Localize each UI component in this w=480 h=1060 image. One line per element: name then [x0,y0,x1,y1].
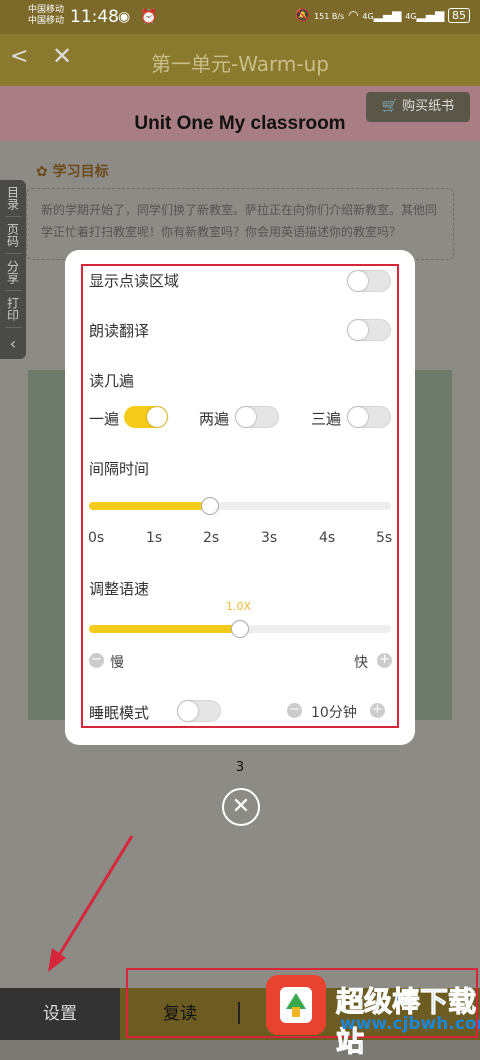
download-logo-icon [280,987,312,1023]
watermark-url: www.cjbwh.com [340,1014,480,1034]
arrow-line [54,835,134,961]
arrow-head [48,948,66,972]
settings-button[interactable]: 设置 [0,988,120,1040]
annotation-arrow [48,835,134,972]
watermark-logo [266,975,326,1035]
